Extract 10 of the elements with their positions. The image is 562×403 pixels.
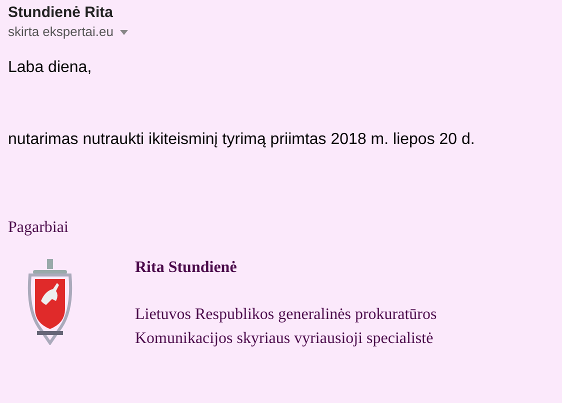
greeting-text: Laba diena, — [8, 58, 93, 78]
recipient-label: skirta ekspertai.eu — [8, 24, 114, 40]
dropdown-caret-icon[interactable] — [120, 30, 128, 34]
signature-line: Lietuvos Respublikos generalinės prokuratūros — [135, 305, 437, 325]
emblem-icon — [27, 259, 73, 345]
message-text: nutarimas nutraukti ikiteisminį tyrimą priimtas 2018 m. liepos 20 d. — [8, 130, 476, 150]
sender-name: Stundienė Rita — [8, 3, 114, 23]
signature-line: Komunikacijos skyriaus vyriausioji specialistė — [135, 329, 434, 349]
closing-text: Pagarbiai — [8, 218, 70, 238]
signature-name: Rita Stundienė — [135, 258, 238, 278]
